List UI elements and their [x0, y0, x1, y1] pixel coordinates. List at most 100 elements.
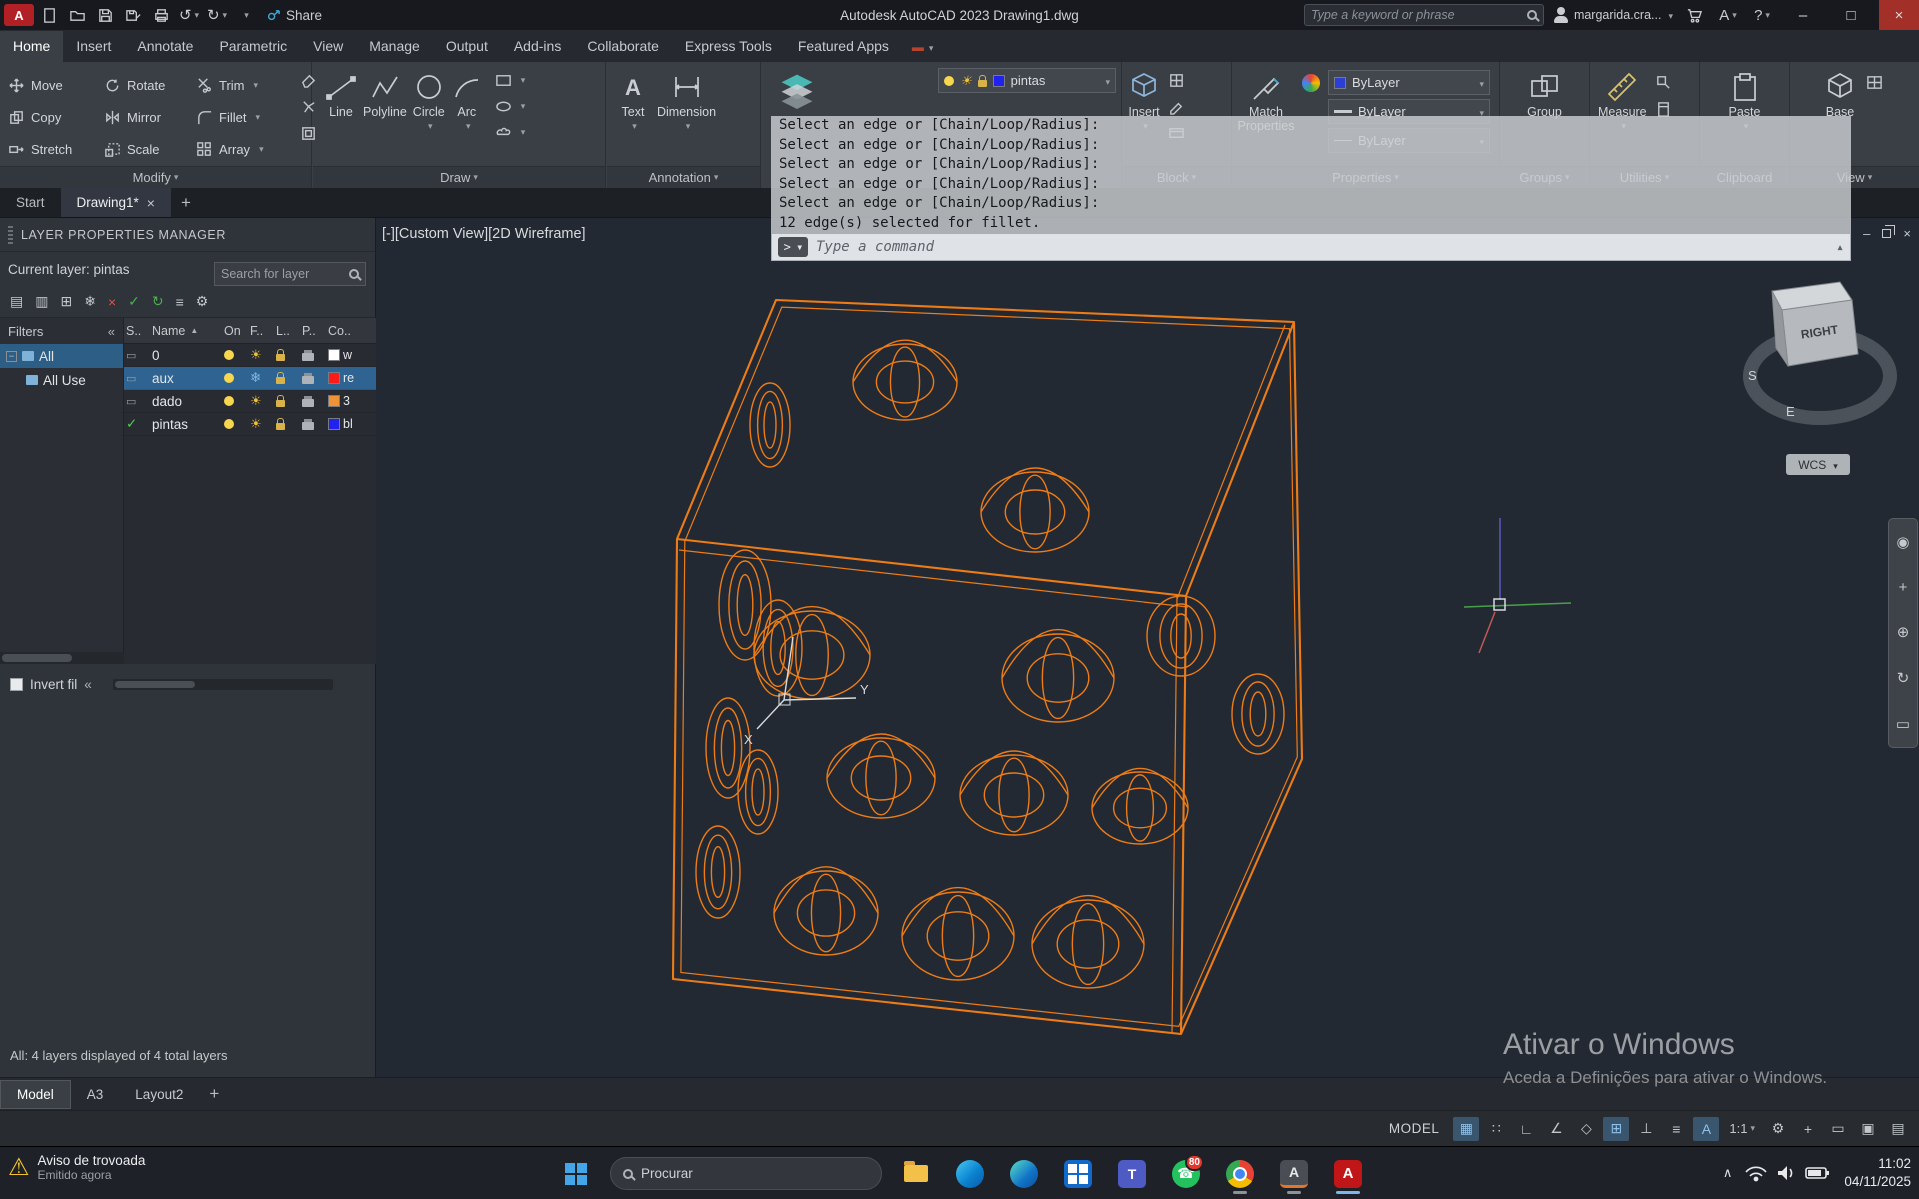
layer-row-aux[interactable]: ▭ aux ❄ re [124, 367, 376, 390]
help-button[interactable]: ? [1749, 3, 1775, 27]
layer-lock-icon[interactable] [276, 395, 285, 407]
mirror-button[interactable]: Mirror [104, 101, 196, 133]
layer-color[interactable]: w [328, 348, 376, 362]
layer-lock-cell[interactable] [276, 395, 302, 407]
close-tab-icon[interactable] [147, 195, 155, 211]
ribbon-tab-insert[interactable]: Insert [63, 31, 124, 62]
open-file-button[interactable] [64, 3, 90, 27]
taskbar-app-whatsapp[interactable]: 80 [1166, 1153, 1206, 1194]
viewport-controls-label[interactable]: [-][Custom View][2D Wireframe] [382, 226, 586, 242]
refresh-button[interactable]: ↻ [152, 293, 164, 310]
layer-on-cell[interactable] [224, 350, 250, 360]
annotation-panel-label[interactable]: Annotation [607, 166, 760, 188]
draw-extra-tools[interactable] [495, 62, 526, 166]
layer-on-cell[interactable] [224, 373, 250, 383]
layer-lock-icon[interactable] [276, 418, 285, 430]
object-snap-toggle[interactable]: ⊞ [1603, 1116, 1630, 1141]
account-menu[interactable]: margarida.cra... [1552, 7, 1673, 23]
rotate-button[interactable]: Rotate [104, 69, 196, 101]
dimension-button[interactable]: Dimension [657, 62, 716, 166]
layer-search-input[interactable]: Search for layer [214, 262, 366, 286]
tray-expand-icon[interactable] [1723, 1165, 1733, 1181]
layer-thaw-icon[interactable]: ☀ [250, 393, 276, 409]
command-input[interactable]: Type a command [771, 233, 1851, 261]
draw-panel-label[interactable]: Draw [313, 166, 605, 188]
collapse-panel-icon[interactable] [84, 677, 92, 692]
lineweight-toggle[interactable]: ≡ [1663, 1117, 1689, 1141]
layer-on-cell[interactable] [224, 419, 250, 429]
new-property-filter-button[interactable]: ▤ [10, 293, 23, 310]
maximize-window-button[interactable]: □ [1831, 0, 1871, 30]
customization-button[interactable]: ⚙ [1765, 1117, 1791, 1141]
ribbon-tab-annotate[interactable]: Annotate [124, 31, 206, 62]
invert-filter-checkbox[interactable] [10, 677, 23, 691]
layer-color[interactable]: bl [328, 417, 376, 431]
set-current-layer-button[interactable]: ✓ [128, 293, 140, 310]
copy-button[interactable]: Copy [8, 101, 104, 133]
panel-grip[interactable] [8, 225, 13, 244]
file-tab-start[interactable]: Start [0, 188, 61, 217]
layer-plot-cell[interactable] [302, 418, 328, 430]
circle-button[interactable]: Circle [413, 62, 445, 166]
ribbon-tab-home[interactable]: Home [0, 31, 64, 62]
new-group-filter-button[interactable]: ▥ [35, 293, 48, 310]
layer-lock-cell[interactable] [276, 372, 302, 384]
isolate-objects-button[interactable]: ▤ [1885, 1117, 1911, 1141]
taskbar-app-store[interactable] [1058, 1153, 1098, 1194]
orbit-tool[interactable]: ↻ [1897, 669, 1910, 687]
start-button[interactable] [556, 1153, 596, 1194]
fillet-button[interactable]: Fillet [196, 101, 300, 133]
layer-row-pintas[interactable]: ✓ pintas ☀ bl [124, 413, 376, 436]
qat-customize-button[interactable] [232, 3, 258, 27]
layer-plot-cell[interactable] [302, 372, 328, 384]
grid-toggle[interactable]: ▦ [1453, 1116, 1480, 1141]
command-options-icon[interactable] [778, 237, 808, 257]
taskbar-app-edge[interactable] [950, 1153, 990, 1194]
stretch-button[interactable]: Stretch [8, 133, 104, 165]
taskbar-app-browser[interactable] [1004, 1153, 1044, 1194]
new-file-button[interactable] [36, 3, 62, 27]
layer-plot-icon[interactable] [302, 349, 314, 361]
layer-row-dado[interactable]: ▭ dado ☀ 3 [124, 390, 376, 413]
layer-lock-cell[interactable] [276, 349, 302, 361]
layer-on-icon[interactable] [224, 396, 234, 406]
layer-plot-cell[interactable] [302, 395, 328, 407]
save-button[interactable] [92, 3, 118, 27]
annotation-scale-button[interactable]: 1:1 [1723, 1121, 1761, 1136]
layer-lock-cell[interactable] [276, 418, 302, 430]
ribbon-tab-featured-apps[interactable]: Featured Apps [785, 31, 902, 62]
workspace-switch-icon[interactable]: ▬ [912, 40, 934, 62]
new-drawing-tab-button[interactable] [171, 188, 201, 217]
layer-plot-icon[interactable] [302, 395, 314, 407]
list-scrollbar[interactable] [112, 678, 333, 690]
pan-tool[interactable]: + [1899, 579, 1908, 596]
ribbon-tab-output[interactable]: Output [433, 31, 501, 62]
save-as-button[interactable] [120, 3, 146, 27]
layer-color[interactable]: 3 [328, 394, 376, 408]
share-button[interactable]: Share [266, 8, 322, 23]
tree-collapse-icon[interactable] [6, 350, 17, 362]
layer-states-button[interactable]: ≡ [176, 294, 184, 310]
ribbon-tab-parametric[interactable]: Parametric [206, 31, 300, 62]
isodraft-toggle[interactable]: ◇ [1573, 1117, 1599, 1141]
filter-all[interactable]: All [0, 344, 123, 368]
layer-settings-button[interactable]: ⚙ [196, 293, 209, 310]
new-layer-button[interactable]: ⊞ [60, 293, 72, 310]
trim-button[interactable]: Trim [196, 69, 300, 101]
layer-plot-icon[interactable] [302, 372, 314, 384]
ribbon-tab-express-tools[interactable]: Express Tools [672, 31, 785, 62]
polyline-button[interactable]: Polyline [363, 62, 407, 166]
taskbar-search-input[interactable]: Procurar [610, 1157, 882, 1190]
viewport-restore-icon[interactable] [1882, 225, 1896, 238]
wcs-dropdown[interactable]: WCS [1786, 454, 1850, 475]
app-menu-button[interactable] [4, 4, 34, 26]
compass-east-label[interactable]: E [1786, 404, 1795, 419]
add-status-item-button[interactable]: + [1795, 1117, 1821, 1141]
array-button[interactable]: Array [196, 133, 300, 165]
layout-tab-a3[interactable]: A3 [71, 1081, 120, 1108]
layer-on-icon[interactable] [224, 350, 234, 360]
dynamic-ucs-toggle[interactable]: ⊥ [1633, 1117, 1659, 1141]
clock[interactable]: 11:02 04/11/2025 [1844, 1155, 1911, 1191]
delete-layer-button[interactable]: × [108, 294, 116, 310]
color-wheel-icon[interactable] [1302, 74, 1320, 92]
